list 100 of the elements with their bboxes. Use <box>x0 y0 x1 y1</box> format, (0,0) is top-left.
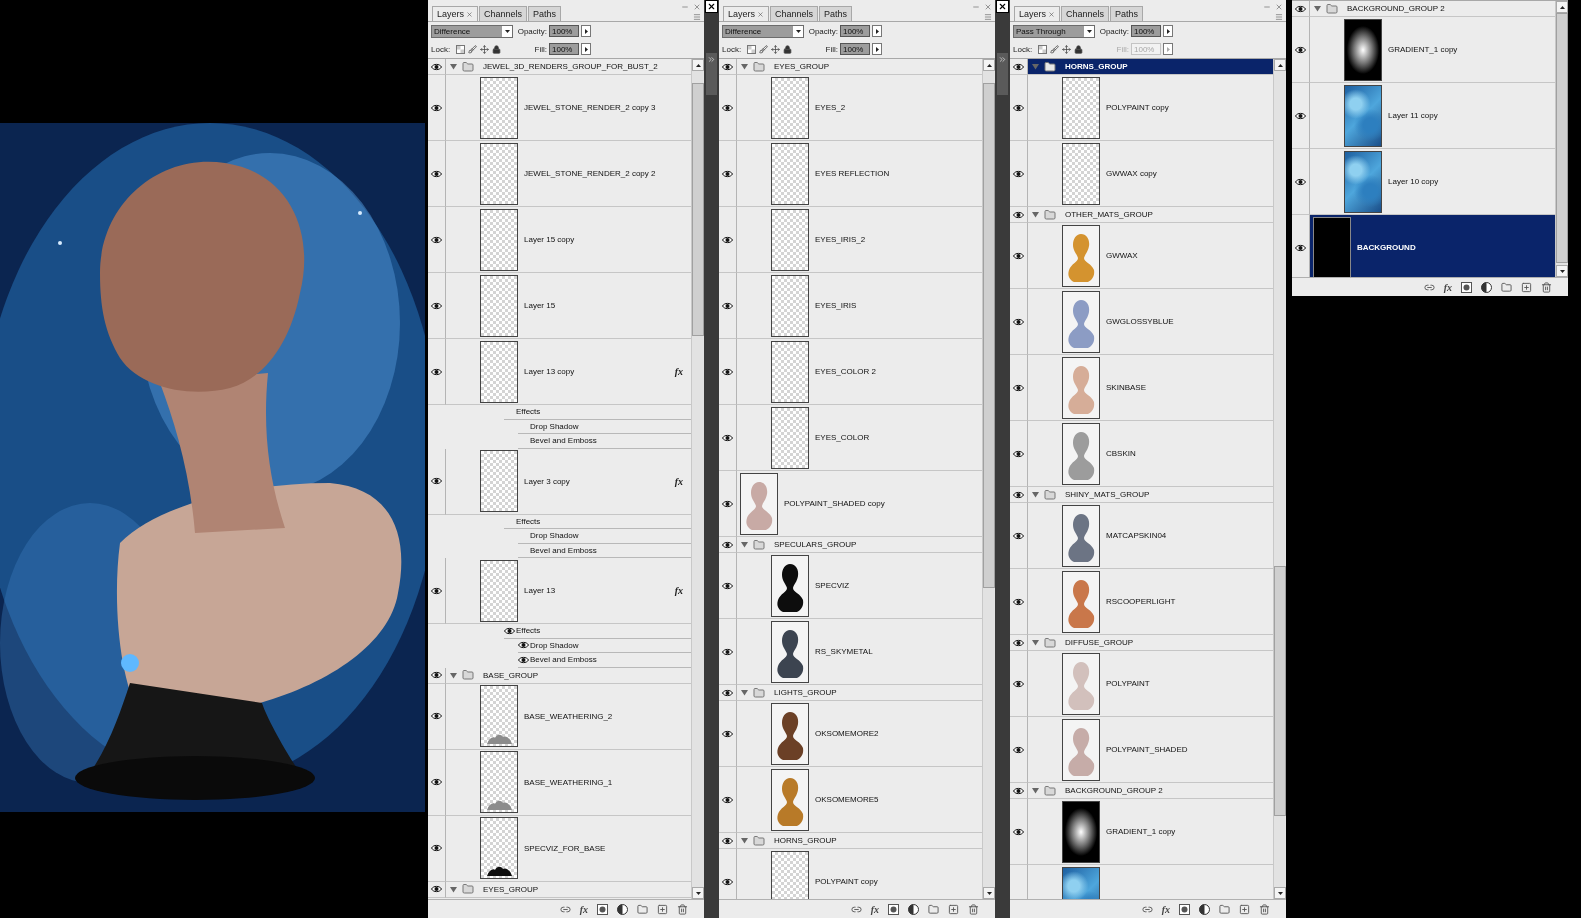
eye-icon[interactable] <box>1013 531 1024 540</box>
lock-icon[interactable] <box>1074 44 1084 54</box>
group-row[interactable]: BACKGROUND_GROUP 2 <box>1310 1 1555 17</box>
triangle-icon[interactable] <box>741 541 748 548</box>
layer-row[interactable]: EYES_COLOR 2 <box>737 339 982 405</box>
triangle-icon[interactable] <box>741 837 748 844</box>
lock-icon[interactable] <box>492 44 502 54</box>
eye-icon[interactable] <box>1295 243 1306 252</box>
layer-row[interactable]: EYES REFLECTION <box>737 141 982 207</box>
panel-tab[interactable]: Layers <box>432 6 478 21</box>
layer-row[interactable]: Layer 13 copy fx <box>446 339 691 405</box>
blend-mode-select[interactable]: Difference <box>722 24 804 38</box>
eye-icon[interactable] <box>431 301 442 310</box>
close-icon[interactable] <box>998 2 1007 11</box>
fill-slider-button[interactable] <box>581 43 591 55</box>
eye-icon[interactable] <box>431 671 442 679</box>
panel-tab[interactable]: Channels <box>770 6 819 21</box>
group-row[interactable]: BASE_GROUP <box>446 667 691 684</box>
eye-icon[interactable] <box>1013 449 1024 458</box>
fill-slider-button[interactable] <box>1163 43 1173 55</box>
eye-icon[interactable] <box>1013 62 1024 71</box>
eye-icon[interactable] <box>722 688 733 697</box>
layer-row[interactable]: GWWAX copy <box>1028 141 1273 207</box>
scroll-down-icon[interactable] <box>1277 891 1283 895</box>
eye-icon[interactable] <box>504 626 515 635</box>
opacity-field[interactable]: 100% <box>840 25 870 37</box>
layer-row[interactable]: SKINBASE <box>1028 355 1273 421</box>
layer-row[interactable]: OKSOMEMORE2 <box>737 701 982 767</box>
layer-row[interactable]: GWGLOSSYBLUE <box>1028 289 1273 355</box>
eye-icon[interactable] <box>518 641 529 650</box>
new-layer-icon[interactable] <box>1239 903 1250 915</box>
add-style-button[interactable]: fx <box>579 903 588 915</box>
group-row[interactable]: SHINY_MATS_GROUP <box>1028 487 1273 503</box>
fill-field[interactable]: 100% <box>840 43 870 55</box>
lock-icon[interactable] <box>783 44 793 54</box>
opacity-slider-button[interactable] <box>1163 25 1173 37</box>
layer-row[interactable]: Layer 15 copy <box>446 207 691 273</box>
group-row[interactable]: EYES_GROUP <box>737 59 982 75</box>
eye-icon[interactable] <box>1295 45 1306 54</box>
layer-row[interactable]: GRADIENT_1 copy <box>1310 17 1555 83</box>
panel-tab[interactable]: Channels <box>1061 6 1110 21</box>
mask-icon[interactable] <box>1461 281 1472 293</box>
trash-icon[interactable] <box>677 903 688 915</box>
adjustment-icon[interactable] <box>908 903 919 915</box>
triangle-icon[interactable] <box>1032 491 1039 498</box>
panel-tab[interactable]: Layers <box>1014 6 1060 21</box>
layer-row[interactable]: SPECVIZ <box>737 553 982 619</box>
eye-icon[interactable] <box>1013 679 1024 688</box>
triangle-icon[interactable] <box>741 689 748 696</box>
expand-icon[interactable] <box>707 55 716 64</box>
eye-icon[interactable] <box>431 885 442 893</box>
scroll-up-icon[interactable] <box>986 63 992 67</box>
move-icon[interactable] <box>771 44 781 54</box>
layer-row[interactable]: OKSOMEMORE5 <box>737 767 982 833</box>
eye-icon[interactable] <box>722 499 733 508</box>
layer-row[interactable]: CBSKIN <box>1028 421 1273 487</box>
scroll-up-icon[interactable] <box>1559 5 1565 9</box>
scroll-down-icon[interactable] <box>1559 269 1565 273</box>
brush-icon[interactable] <box>759 44 769 54</box>
eye-icon[interactable] <box>1013 745 1024 754</box>
eye-icon[interactable] <box>431 778 442 786</box>
layer-row[interactable]: GRADIENT_1 copy <box>1028 799 1273 865</box>
layer-row[interactable]: POLYPAINT <box>1028 651 1273 717</box>
folder-icon[interactable] <box>928 903 939 915</box>
scrollbar[interactable] <box>982 59 995 899</box>
opacity-field[interactable]: 100% <box>1131 25 1161 37</box>
group-row[interactable]: JEWEL_3D_RENDERS_GROUP_FOR_BUST_2 <box>446 59 691 75</box>
eye-icon[interactable] <box>431 169 442 178</box>
eye-icon[interactable] <box>431 712 442 720</box>
group-row[interactable]: HORNS_GROUP <box>1028 59 1273 75</box>
eye-icon[interactable] <box>431 586 442 595</box>
eye-icon[interactable] <box>722 103 733 112</box>
adjustment-icon[interactable] <box>1481 281 1492 293</box>
brush-icon[interactable] <box>468 44 478 54</box>
layer-row[interactable]: RS_SKYMETAL <box>737 619 982 685</box>
eye-icon[interactable] <box>1013 103 1024 112</box>
eye-icon[interactable] <box>431 103 442 112</box>
scroll-up-icon[interactable] <box>1277 63 1283 67</box>
triangle-icon[interactable] <box>450 885 457 893</box>
panel-tab[interactable]: Paths <box>528 6 562 21</box>
opacity-slider-button[interactable] <box>581 25 591 37</box>
eye-icon[interactable] <box>431 367 442 376</box>
eye-icon[interactable] <box>431 235 442 244</box>
layer-row[interactable]: EYES_COLOR <box>737 405 982 471</box>
eye-icon[interactable] <box>722 367 733 376</box>
layer-row[interactable]: GWWAX <box>1028 223 1273 289</box>
triangle-icon[interactable] <box>1314 5 1321 12</box>
eye-icon[interactable] <box>722 647 733 656</box>
triangle-icon[interactable] <box>450 671 457 679</box>
brush-icon[interactable] <box>1050 44 1060 54</box>
layer-row[interactable]: Layer 11 copy <box>1310 83 1555 149</box>
lock-transparency-icon[interactable] <box>1038 44 1048 54</box>
scrollbar[interactable] <box>691 59 704 899</box>
lock-transparency-icon[interactable] <box>456 44 466 54</box>
layer-row[interactable]: EYES_IRIS <box>737 273 982 339</box>
new-layer-icon[interactable] <box>1521 281 1532 293</box>
layer-row[interactable]: SPECVIZ_FOR_BASE <box>446 815 691 882</box>
eye-icon[interactable] <box>722 169 733 178</box>
new-layer-icon[interactable] <box>948 903 959 915</box>
eye-icon[interactable] <box>1013 597 1024 606</box>
